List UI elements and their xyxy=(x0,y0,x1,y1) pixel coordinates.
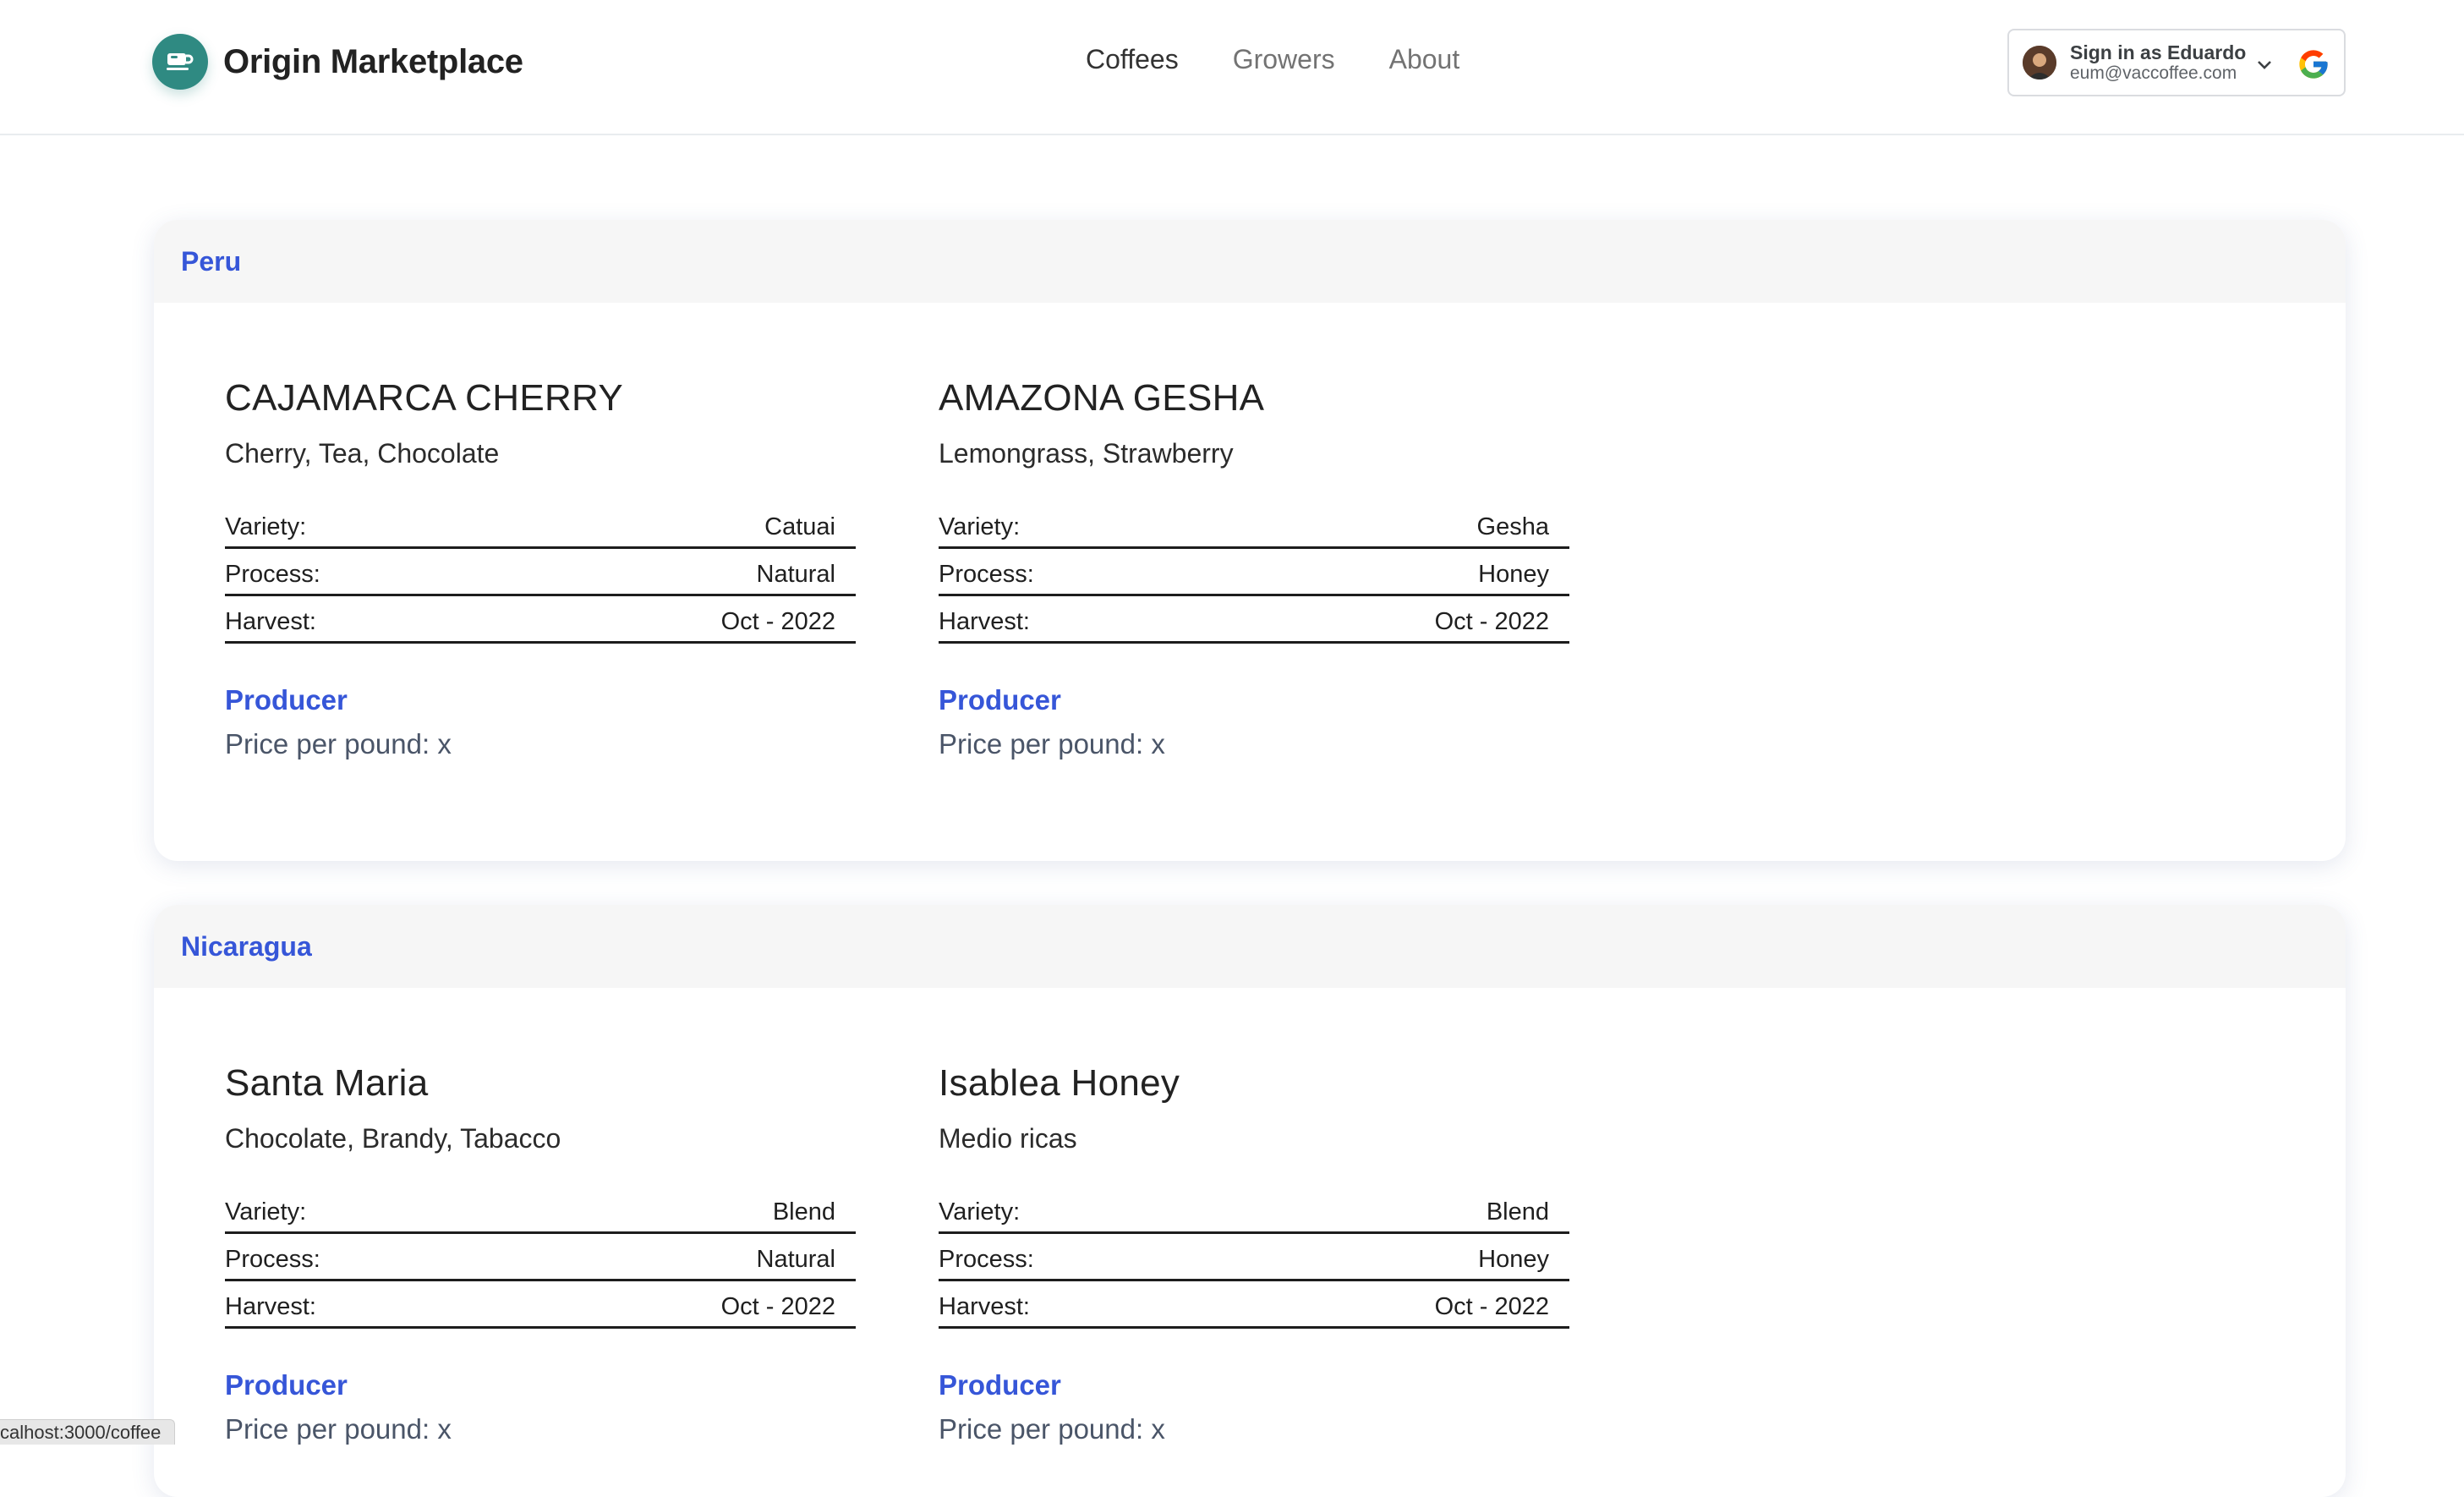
price-per-pound: Price per pound: x xyxy=(939,728,1165,759)
region-title-nicaragua[interactable]: Nicaragua xyxy=(181,931,312,962)
coffee-notes: Lemongrass, Strawberry xyxy=(939,438,1234,469)
spec-value: Oct - 2022 xyxy=(1434,1293,1549,1320)
google-signin-button[interactable]: Sign in as Eduardo eum@vaccoffee.com xyxy=(2007,29,2346,96)
producer-link[interactable]: Producer xyxy=(939,1369,1569,1401)
coffee-name: CAJAMARCA CHERRY xyxy=(225,377,623,419)
signin-title: Sign in as Eduardo xyxy=(2070,41,2247,63)
spec-value: Honey xyxy=(1478,561,1549,588)
coffee-card: Santa Maria Chocolate, Brandy, Tabacco V… xyxy=(225,1062,856,1445)
signin-text: Sign in as Eduardo eum@vaccoffee.com xyxy=(2070,41,2246,85)
avatar xyxy=(2023,46,2056,80)
coffee-specs: Variety: Blend Process: Honey Harvest: O… xyxy=(939,1187,1569,1329)
status-bar-url: calhost:3000/coffee xyxy=(0,1419,176,1445)
price-per-pound: Price per pound: x xyxy=(225,728,452,759)
spec-label: Variety: xyxy=(225,513,307,540)
coffee-card: CAJAMARCA CHERRY Cherry, Tea, Chocolate … xyxy=(225,377,856,760)
spec-value: Blend xyxy=(1486,1198,1549,1226)
spec-row-process: Process: Natural xyxy=(225,549,856,596)
coffee-notes: Medio ricas xyxy=(939,1123,1077,1154)
coffee-notes: Chocolate, Brandy, Tabacco xyxy=(225,1123,561,1154)
spec-label: Harvest: xyxy=(225,1293,316,1320)
spec-label: Variety: xyxy=(939,513,1021,540)
spec-label: Process: xyxy=(939,561,1034,588)
spec-label: Harvest: xyxy=(225,608,316,635)
spec-row-harvest: Harvest: Oct - 2022 xyxy=(225,1281,856,1329)
coffee-specs: Variety: Catuai Process: Natural Harvest… xyxy=(225,502,856,644)
google-icon xyxy=(2297,47,2330,85)
region-header: Nicaragua xyxy=(154,905,2346,988)
price-per-pound: Price per pound: x xyxy=(225,1413,452,1445)
spec-value: Natural xyxy=(756,561,836,588)
main-nav: Coffees Growers About xyxy=(1086,44,1514,75)
spec-label: Harvest: xyxy=(939,1293,1030,1320)
producer-link[interactable]: Producer xyxy=(225,1369,856,1401)
spec-value: Honey xyxy=(1478,1246,1549,1273)
spec-row-process: Process: Honey xyxy=(939,549,1569,596)
coffee-specs: Variety: Blend Process: Natural Harvest:… xyxy=(225,1187,856,1329)
nav-about[interactable]: About xyxy=(1389,44,1460,75)
nav-coffees[interactable]: Coffees xyxy=(1086,44,1179,75)
signin-email: eum@vaccoffee.com xyxy=(2070,63,2237,84)
spec-value: Natural xyxy=(756,1246,836,1273)
chevron-down-icon xyxy=(2256,59,2273,75)
spec-row-process: Process: Honey xyxy=(939,1234,1569,1281)
spec-label: Variety: xyxy=(939,1198,1021,1226)
spec-value: Oct - 2022 xyxy=(720,608,835,635)
spec-label: Process: xyxy=(225,1246,320,1273)
spec-row-variety: Variety: Blend xyxy=(939,1187,1569,1234)
spec-row-variety: Variety: Catuai xyxy=(225,502,856,549)
brand-link[interactable]: Origin Marketplace xyxy=(152,34,523,90)
spec-label: Variety: xyxy=(225,1198,307,1226)
coffee-notes: Cherry, Tea, Chocolate xyxy=(225,438,500,469)
region-card-nicaragua: Nicaragua Santa Maria Chocolate, Brandy,… xyxy=(154,905,2346,1497)
coffee-name: Santa Maria xyxy=(225,1062,429,1104)
spec-row-process: Process: Natural xyxy=(225,1234,856,1281)
coffee-card: AMAZONA GESHA Lemongrass, Strawberry Var… xyxy=(939,377,1569,760)
spec-value: Oct - 2022 xyxy=(1434,608,1549,635)
coffee-name: AMAZONA GESHA xyxy=(939,377,1265,419)
producer-link[interactable]: Producer xyxy=(225,684,856,716)
spec-row-variety: Variety: Blend xyxy=(225,1187,856,1234)
spec-row-harvest: Harvest: Oct - 2022 xyxy=(939,1281,1569,1329)
nav-growers[interactable]: Growers xyxy=(1233,44,1335,75)
spec-label: Process: xyxy=(939,1246,1034,1273)
spec-label: Process: xyxy=(225,561,320,588)
spec-value: Gesha xyxy=(1476,513,1549,540)
price-per-pound: Price per pound: x xyxy=(939,1413,1165,1445)
spec-value: Blend xyxy=(772,1198,835,1226)
region-card-peru: Peru CAJAMARCA CHERRY Cherry, Tea, Choco… xyxy=(154,220,2346,861)
region-header: Peru xyxy=(154,220,2346,303)
region-title-peru[interactable]: Peru xyxy=(181,246,241,277)
top-navbar: Origin Marketplace Coffees Growers About… xyxy=(0,0,2464,135)
spec-label: Harvest: xyxy=(939,608,1030,635)
producer-link[interactable]: Producer xyxy=(939,684,1569,716)
spec-value: Catuai xyxy=(764,513,835,540)
brand-name: Origin Marketplace xyxy=(223,42,523,80)
spec-value: Oct - 2022 xyxy=(720,1293,835,1320)
spec-row-harvest: Harvest: Oct - 2022 xyxy=(225,596,856,644)
spec-row-harvest: Harvest: Oct - 2022 xyxy=(939,596,1569,644)
coffee-card: Isablea Honey Medio ricas Variety: Blend… xyxy=(939,1062,1569,1445)
coffee-cup-icon xyxy=(152,34,208,90)
coffee-name: Isablea Honey xyxy=(939,1062,1180,1104)
spec-row-variety: Variety: Gesha xyxy=(939,502,1569,549)
coffee-specs: Variety: Gesha Process: Honey Harvest: O… xyxy=(939,502,1569,644)
